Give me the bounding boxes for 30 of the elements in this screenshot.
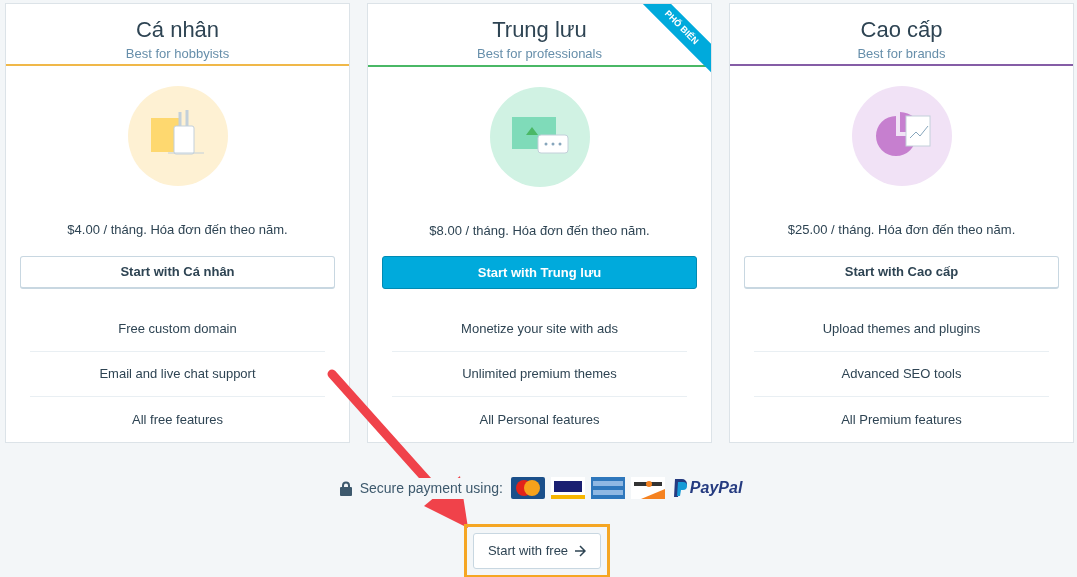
arrow-right-icon	[574, 545, 587, 557]
feature-item: Advanced SEO tools	[754, 352, 1049, 397]
feature-item: All free features	[130, 410, 224, 429]
feature-item: All Premium features	[840, 410, 963, 429]
plan-title: Cao cấp	[860, 16, 943, 44]
feature-item: All Personal features	[478, 410, 601, 429]
credit-card-icon	[550, 477, 585, 499]
plan-subtitle: Best for brands	[857, 45, 946, 63]
start-plan-button[interactable]: Start with Cao cấp	[744, 255, 1059, 289]
feature-item: Free custom domain	[30, 307, 325, 352]
start-plan-button[interactable]: Start with Cá nhân	[20, 255, 335, 289]
plan-title: Trung lưu	[492, 16, 587, 44]
credit-card-icon	[590, 477, 625, 499]
plan-price: $4.00 / tháng. Hóa đơn đến theo năm.	[66, 221, 289, 240]
plan-subtitle: Best for hobbyists	[125, 45, 230, 63]
secure-payment-text: Secure payment using:	[359, 477, 503, 499]
plan-title: Cá nhân	[135, 16, 220, 44]
paypal-icon	[672, 479, 687, 497]
feature-item: Unlimited premium themes	[392, 352, 687, 397]
feature-item: Upload themes and plugins	[754, 307, 1049, 352]
credit-card-icon	[630, 477, 665, 499]
feature-item: Monetize your site with ads	[392, 307, 687, 352]
plan-price: $25.00 / tháng. Hóa đơn đến theo năm.	[786, 221, 1017, 240]
credit-card-icon	[510, 477, 545, 499]
paypal-text: PayPal	[689, 478, 743, 498]
feature-item: Email and live chat support	[30, 352, 325, 397]
start-free-button[interactable]: Start with free	[472, 533, 602, 569]
lock-icon	[339, 480, 352, 496]
plan-price: $8.00 / tháng. Hóa đơn đến theo năm.	[428, 221, 651, 240]
plan-subtitle: Best for professionals	[477, 45, 602, 63]
